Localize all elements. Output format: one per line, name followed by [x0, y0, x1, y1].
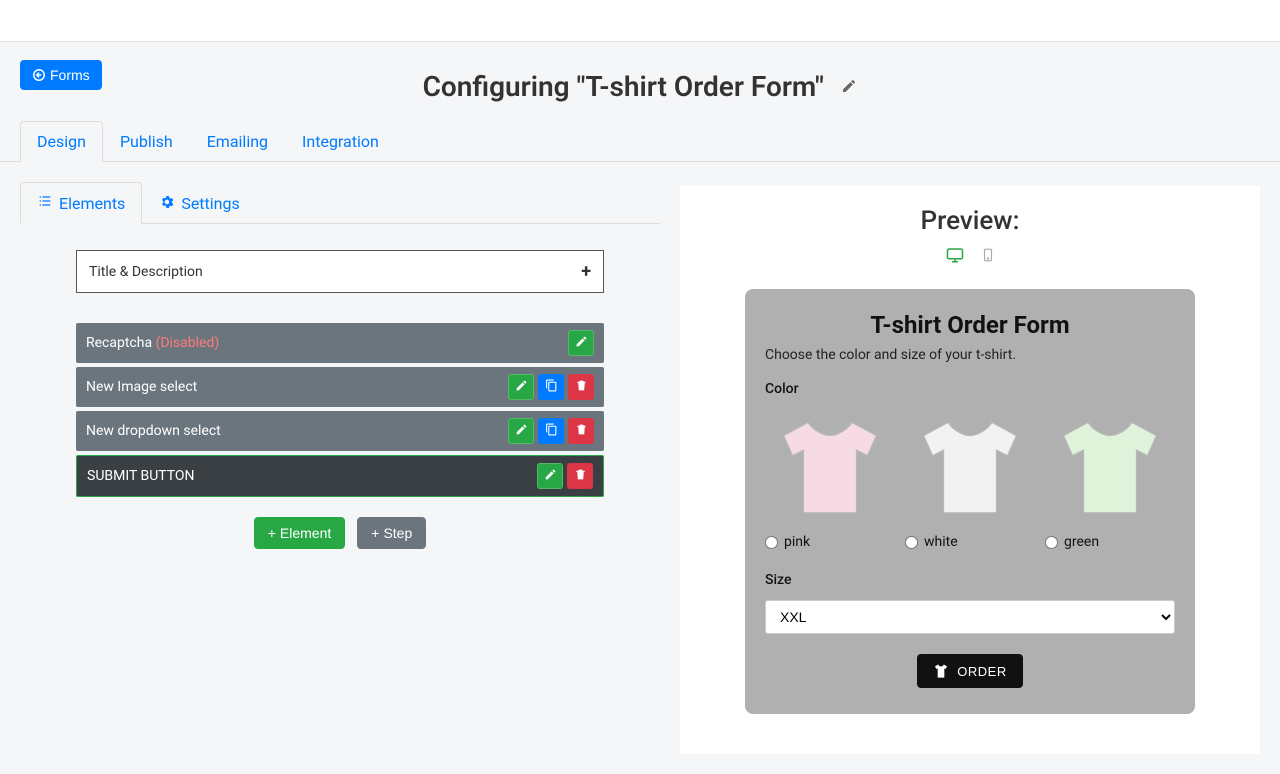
edit-element-button[interactable] [508, 374, 534, 400]
plus-icon: + [371, 525, 379, 541]
element-label: SUBMIT BUTTON [87, 468, 195, 484]
color-field-label: Color [765, 381, 1175, 397]
order-button[interactable]: ORDER [917, 654, 1022, 688]
forms-button-label: Forms [50, 67, 90, 83]
editor-tab-label: Elements [59, 194, 125, 213]
element-label: New dropdown select [86, 423, 221, 439]
delete-icon [575, 423, 588, 439]
back-to-forms-button[interactable]: Forms [20, 60, 102, 90]
delete-icon [575, 379, 588, 395]
add-element-label: Element [280, 525, 331, 541]
title-description-label: Title & Description [89, 264, 203, 280]
add-element-button[interactable]: + Element [254, 517, 346, 549]
edit-icon [544, 468, 557, 484]
disabled-badge: (Disabled) [156, 335, 220, 351]
color-name-label: white [924, 534, 958, 550]
gear-icon [159, 194, 175, 214]
color-option-white[interactable]: white [905, 409, 1035, 550]
preview-heading: Preview: [700, 206, 1240, 236]
color-option-pink[interactable]: pink [765, 409, 895, 550]
order-button-label: ORDER [957, 664, 1006, 679]
plus-icon: + [581, 261, 591, 282]
tshirt-icon [933, 663, 949, 679]
color-name-label: green [1064, 534, 1099, 550]
tshirt-image [1055, 409, 1165, 524]
top-bar [0, 0, 1280, 42]
tab-design[interactable]: Design [20, 121, 103, 162]
color-radio[interactable] [765, 536, 778, 549]
tab-integration[interactable]: Integration [285, 121, 396, 162]
form-title: T-shirt Order Form [765, 311, 1175, 339]
form-description: Choose the color and size of your t-shir… [765, 347, 1175, 363]
edit-element-button[interactable] [537, 463, 563, 489]
copy-icon [545, 423, 558, 439]
color-radio-row[interactable]: white [905, 534, 1035, 550]
copy-element-button[interactable] [538, 418, 564, 444]
list-icon [37, 193, 53, 213]
editor-tab-settings[interactable]: Settings [142, 182, 256, 224]
plus-icon: + [268, 525, 276, 541]
edit-icon [575, 335, 588, 351]
delete-element-button[interactable] [568, 374, 594, 400]
tab-emailing[interactable]: Emailing [190, 121, 285, 162]
element-row[interactable]: New Image select [76, 367, 604, 407]
editor-tab-label: Settings [181, 194, 239, 213]
form-preview: T-shirt Order Form Choose the color and … [745, 289, 1195, 714]
color-radio-row[interactable]: pink [765, 534, 895, 550]
color-radio[interactable] [1045, 536, 1058, 549]
color-option-green[interactable]: green [1045, 409, 1175, 550]
element-row[interactable]: New dropdown select [76, 411, 604, 451]
tab-publish[interactable]: Publish [103, 121, 190, 162]
copy-icon [545, 379, 558, 395]
device-desktop-icon[interactable] [945, 248, 969, 269]
edit-icon [515, 379, 528, 395]
delete-element-button[interactable] [567, 463, 593, 489]
size-select[interactable]: XXL [765, 600, 1175, 634]
add-step-button[interactable]: + Step [357, 517, 426, 549]
element-row[interactable]: Recaptcha (Disabled) [76, 323, 604, 363]
main-tabs: DesignPublishEmailingIntegration [0, 121, 1280, 162]
element-row[interactable]: SUBMIT BUTTON [76, 455, 604, 497]
editor-tab-elements[interactable]: Elements [20, 182, 142, 224]
delete-icon [574, 468, 587, 484]
color-radio-row[interactable]: green [1045, 534, 1175, 550]
device-mobile-icon[interactable] [981, 248, 995, 269]
copy-element-button[interactable] [538, 374, 564, 400]
edit-title-icon[interactable] [841, 78, 857, 98]
color-radio[interactable] [905, 536, 918, 549]
element-label: New Image select [86, 379, 197, 395]
editor-tabs: Elements Settings [20, 182, 660, 224]
title-description-row[interactable]: Title & Description + [76, 250, 604, 293]
back-arrow-icon [32, 68, 46, 82]
tshirt-image [915, 409, 1025, 524]
page-title: Configuring "T-shirt Order Form" [423, 70, 824, 103]
color-name-label: pink [784, 534, 810, 550]
size-field-label: Size [765, 572, 1175, 588]
edit-icon [515, 423, 528, 439]
edit-element-button[interactable] [568, 330, 594, 356]
tshirt-image [775, 409, 885, 524]
add-step-label: Step [383, 525, 412, 541]
element-label: Recaptcha (Disabled) [86, 335, 219, 351]
edit-element-button[interactable] [508, 418, 534, 444]
delete-element-button[interactable] [568, 418, 594, 444]
